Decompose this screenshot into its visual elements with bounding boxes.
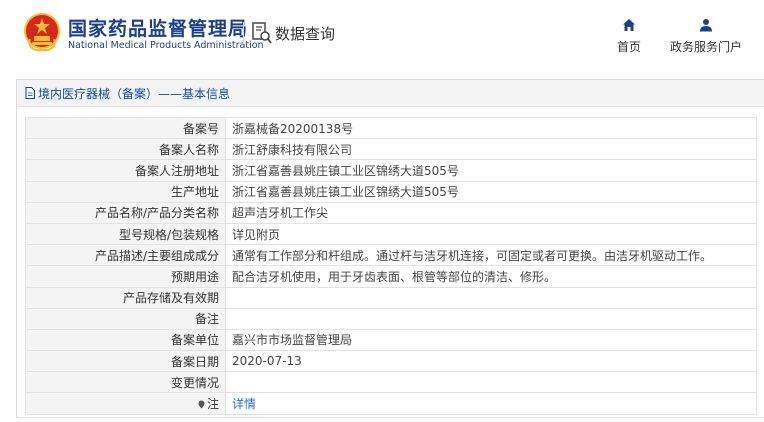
table-row: 备案号 浙嘉械备20200138号 <box>25 116 757 140</box>
field-label: 产品存储及有效期 <box>25 286 226 309</box>
field-label: 备案日期 <box>25 350 226 373</box>
field-value: 浙江省嘉善县姚庄镇工业区锦绣大道505号 <box>225 159 757 182</box>
record-info-panel: 境内医疗器械（备案）——基本信息 备案号 浙嘉械备20200138号 备案人名称浙… <box>16 79 764 418</box>
field-value: 详情 <box>225 392 757 415</box>
field-label: 备案号 <box>25 116 226 140</box>
user-icon <box>700 19 712 32</box>
table-row: 型号规格/包装规格 详见附页 <box>25 222 757 246</box>
field-value: 浙嘉械备20200138号 <box>225 116 757 140</box>
field-value: 嘉兴市市场监督管理局 <box>225 328 757 352</box>
field-value <box>225 307 757 330</box>
field-label: 备案单位 <box>25 328 226 352</box>
table-row: 注 详情 <box>25 392 757 415</box>
nav-service-portal[interactable]: 政务服务门户 <box>664 18 748 55</box>
details-link[interactable]: 详情 <box>232 397 256 411</box>
table-row: 备注 <box>25 307 757 330</box>
site-header: 国家药品监督管理局 National Medical Products Admi… <box>0 0 764 68</box>
table-row: 产品存储及有效期 <box>25 286 757 309</box>
table-row: 备案单位 嘉兴市市场监督管理局 <box>25 328 757 352</box>
field-label: 备案人名称 <box>25 138 226 161</box>
site-logo-title[interactable]: 国家药品监督管理局 <box>68 14 248 41</box>
table-row: 备案日期 2020-07-13 <box>25 350 757 373</box>
field-value: 浙江省嘉善县姚庄镇工业区锦绣大道505号 <box>225 180 757 203</box>
field-value <box>225 286 757 309</box>
field-label: 预期用途 <box>25 265 226 288</box>
field-label: 产品名称/产品分类名称 <box>25 201 226 224</box>
field-label: 变更情况 <box>25 371 226 394</box>
header-divider <box>243 22 244 44</box>
nav-home[interactable]: 首页 <box>612 18 646 55</box>
nav-home-label: 首页 <box>616 40 641 54</box>
field-label: 产品描述/主要组成成分 <box>25 244 226 267</box>
field-value: 详见附页 <box>225 222 757 246</box>
table-row: 备案人名称 浙江舒康科技有限公司 <box>25 138 757 161</box>
field-value: 2020-07-13 <box>225 350 757 373</box>
data-query-link[interactable]: 数据查询 <box>252 22 335 44</box>
data-query-label: 数据查询 <box>275 24 336 43</box>
field-value: 配合洁牙机使用，用于牙齿表面、根管等部位的清洁、修形。 <box>225 265 757 288</box>
document-icon <box>25 87 35 99</box>
table-row: 产品名称/产品分类名称 超声洁牙机工作尖 <box>25 201 757 224</box>
field-value: 浙江舒康科技有限公司 <box>225 138 757 161</box>
nav-service-portal-label: 政务服务门户 <box>669 40 742 54</box>
field-label: 型号规格/包装规格 <box>25 222 226 246</box>
table-row: 预期用途 配合洁牙机使用，用于牙齿表面、根管等部位的清洁、修形。 <box>25 265 757 288</box>
field-label: 注 <box>206 397 219 412</box>
panel-title: 境内医疗器械（备案）——基本信息 <box>38 86 231 101</box>
table-row: 变更情况 <box>25 371 757 394</box>
site-logo-subtitle: National Medical Products Administration <box>68 40 264 51</box>
field-label: 备注 <box>25 307 226 330</box>
field-label: 生产地址 <box>25 180 226 203</box>
national-emblem-icon <box>24 13 60 51</box>
table-row: 备案人注册地址 浙江省嘉善县姚庄镇工业区锦绣大道505号 <box>25 159 757 182</box>
note-label-cell: 注 <box>25 392 226 415</box>
document-search-icon <box>252 22 272 44</box>
field-value <box>225 371 757 394</box>
field-value: 超声洁牙机工作尖 <box>225 201 757 224</box>
table-row: 生产地址 浙江省嘉善县姚庄镇工业区锦绣大道505号 <box>25 180 757 203</box>
record-table: 备案号 浙嘉械备20200138号 备案人名称 浙江舒康科技有限公司 备案人注册地址… <box>25 116 757 415</box>
panel-header: 境内医疗器械（备案）——基本信息 <box>17 80 764 107</box>
location-pin-icon <box>198 400 205 409</box>
home-icon <box>623 19 635 31</box>
field-label: 备案人注册地址 <box>25 159 226 182</box>
field-value: 通常有工作部分和杆组成。通过杆与洁牙机连接，可固定或者可更换。由洁牙机驱动工作。 <box>225 244 757 267</box>
table-row: 产品描述/主要组成成分 通常有工作部分和杆组成。通过杆与洁牙机连接，可固定或者可更… <box>25 244 757 267</box>
